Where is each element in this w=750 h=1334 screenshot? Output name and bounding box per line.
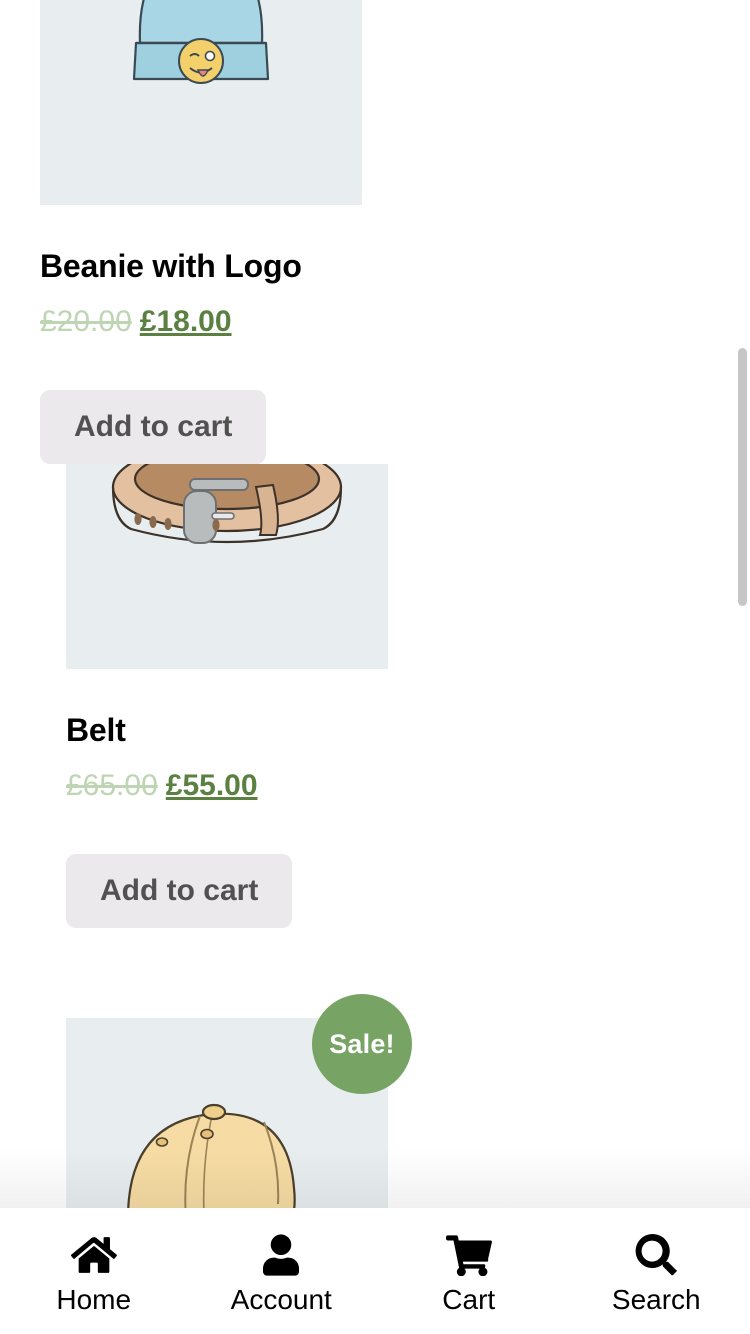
shop-screen: Beanie with Logo £20.00£18.00 Add to car… bbox=[0, 0, 750, 1334]
nav-item-account[interactable]: Account bbox=[188, 1208, 376, 1334]
product-image-clip bbox=[66, 464, 388, 669]
shopping-cart-icon bbox=[446, 1232, 492, 1278]
product-price: £65.00£55.00 bbox=[66, 768, 388, 804]
home-icon bbox=[71, 1232, 117, 1278]
product-image-link[interactable]: Sale! bbox=[66, 1018, 388, 1210]
add-to-cart-button[interactable]: Add to cart bbox=[40, 390, 266, 464]
regular-price: £20.00 bbox=[40, 305, 132, 338]
nav-item-search[interactable]: Search bbox=[563, 1208, 750, 1334]
product-price: £20.00£18.00 bbox=[40, 304, 362, 340]
product-grid: Beanie with Logo £20.00£18.00 Add to car… bbox=[40, 0, 710, 1210]
nav-label-account: Account bbox=[231, 1286, 332, 1314]
user-icon bbox=[263, 1232, 299, 1278]
nav-label-search: Search bbox=[612, 1286, 701, 1314]
product-title[interactable]: Belt bbox=[66, 713, 388, 748]
sale-price: £18.00 bbox=[140, 305, 232, 338]
nav-item-home[interactable]: Home bbox=[0, 1208, 188, 1334]
nav-item-cart[interactable]: Cart bbox=[375, 1208, 563, 1334]
scrollbar-thumb[interactable] bbox=[738, 348, 747, 606]
belt-illustration bbox=[66, 464, 388, 669]
page-scrollbar[interactable] bbox=[736, 0, 750, 1210]
search-icon bbox=[635, 1232, 677, 1278]
beanie-illustration bbox=[40, 0, 362, 205]
product-image-link[interactable] bbox=[66, 464, 388, 669]
nav-label-home: Home bbox=[56, 1286, 131, 1314]
product-card[interactable]: Belt £65.00£55.00 Add to cart bbox=[40, 464, 388, 928]
product-image-clip bbox=[40, 0, 362, 205]
product-card[interactable]: Sale! Cap £18.00£16.00 Add to cart bbox=[40, 1018, 388, 1210]
product-image-link[interactable] bbox=[40, 0, 362, 205]
product-title[interactable]: Beanie with Logo bbox=[40, 249, 362, 284]
add-to-cart-button[interactable]: Add to cart bbox=[66, 854, 292, 928]
sale-badge: Sale! bbox=[312, 994, 412, 1094]
nav-label-cart: Cart bbox=[442, 1286, 495, 1314]
product-card[interactable]: Beanie with Logo £20.00£18.00 Add to car… bbox=[40, 0, 388, 464]
regular-price: £65.00 bbox=[66, 769, 158, 802]
sale-price: £55.00 bbox=[166, 769, 258, 802]
product-grid-region: Beanie with Logo £20.00£18.00 Add to car… bbox=[0, 0, 750, 1210]
bottom-navigation-bar: Home Account Cart Search bbox=[0, 1208, 750, 1334]
